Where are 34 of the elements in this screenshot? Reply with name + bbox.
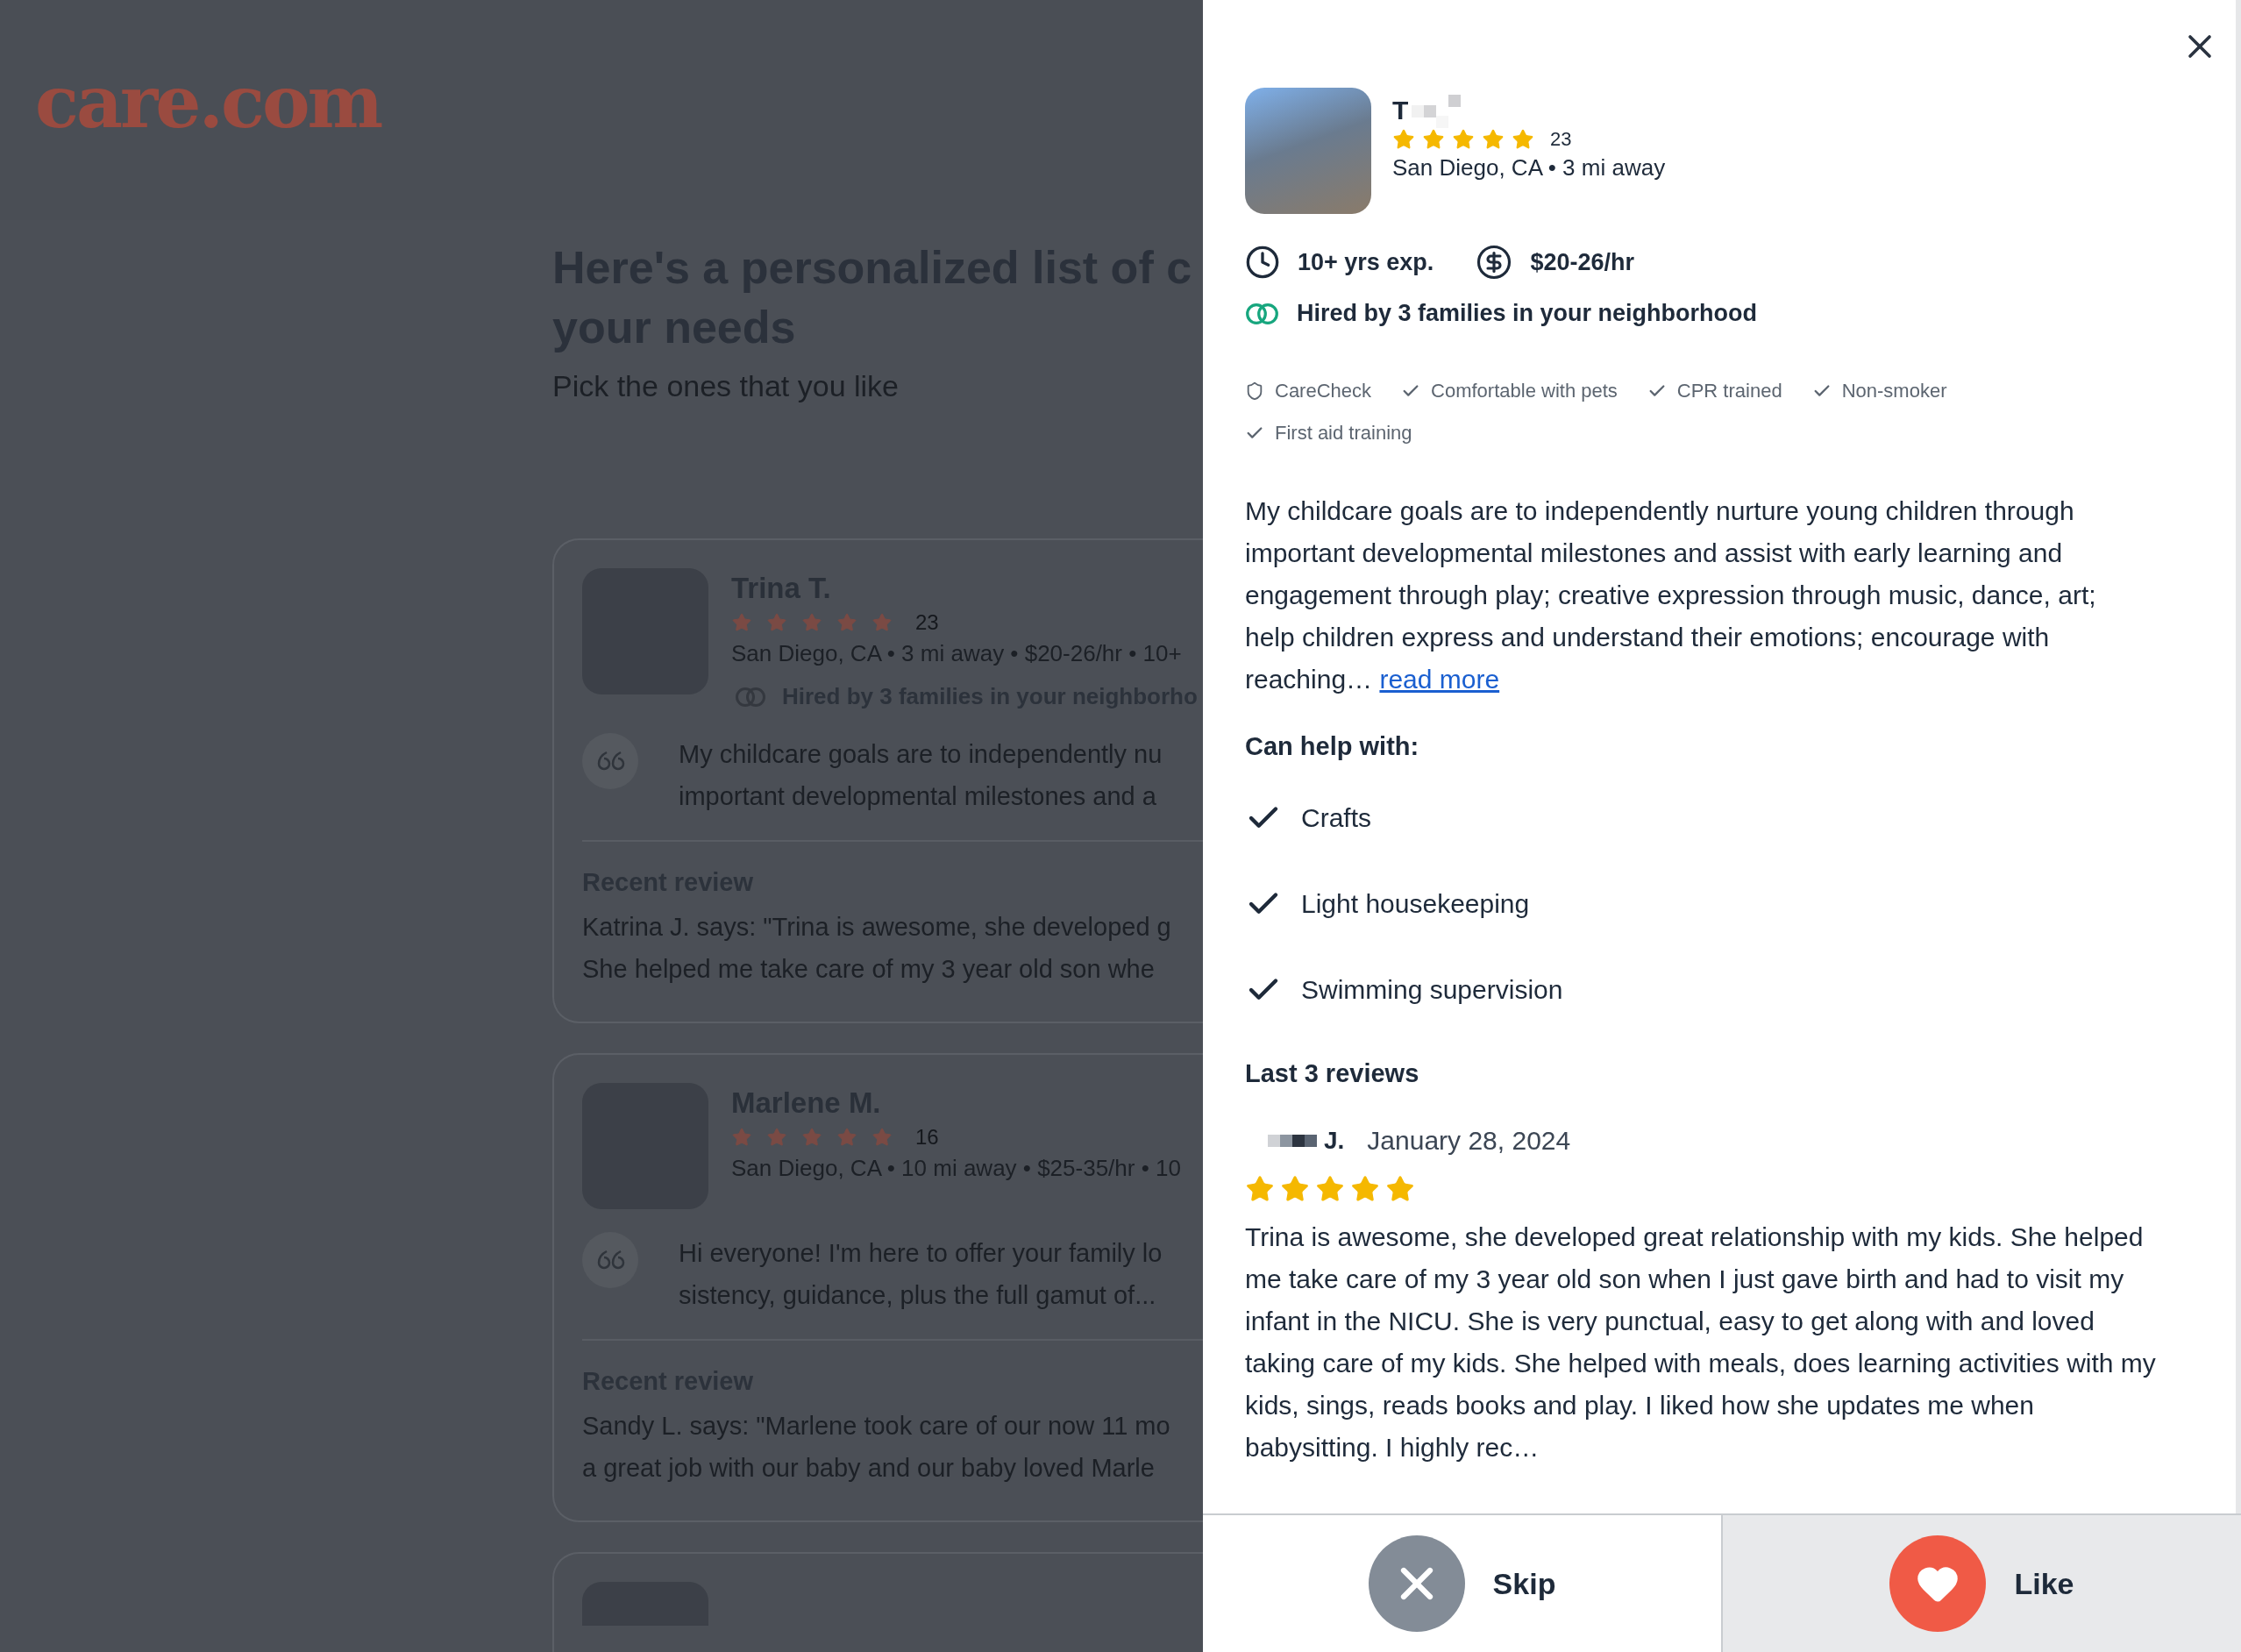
review-date: January 28, 2024 (1367, 1126, 1571, 1156)
skill-label: Crafts (1301, 803, 1371, 833)
star-rating: 16 (731, 1125, 1181, 1150)
skill-label: Light housekeeping (1301, 889, 1530, 919)
section-title: Last 3 reviews (1245, 1059, 1420, 1088)
hired-text: Hired by 3 families in your neighborhood (1297, 300, 1758, 327)
review-text: Trina is awesome, she developed great relationship with my kids. She helped me take care of my 3 year old son when I just gave birth and had to visit my infant in the NICU. She is very punctual, easy to get along with and loved taking care of my kids. She helped with meals, does learning activities with my kids, sings, reads books and play. I liked how she updates me when babysitting. I highly rec… (1245, 1221, 2157, 1463)
caregiver-card[interactable] (552, 1552, 1203, 1652)
bio-paragraph: My childcare goals are to independently nurture young children through important developmental milestones and assist with early learning and engagement through play; creative expression through music, dance, art; help children express and understand their emotions; encourage with reaching… read more (1245, 495, 2097, 695)
clock-icon (1245, 245, 1280, 280)
star-rating: 23 (1392, 128, 1666, 151)
rate-text: $20-26/hr (1530, 248, 1634, 276)
location-text: San Diego, CA • 3 mi away (1392, 154, 1666, 182)
star-rating: 23 (731, 610, 1198, 635)
qualification-label: First aid training (1275, 422, 1412, 445)
interlocking-rings-icon (1245, 302, 1279, 325)
caregiver-card[interactable] (552, 538, 1203, 1023)
interlocking-rings-icon (735, 686, 766, 708)
experience-text: 10+ yrs exp. (1298, 248, 1434, 276)
qualification-label: CPR trained (1676, 380, 1782, 402)
caregiver-name: T (1392, 96, 1409, 125)
caregiver-card[interactable] (552, 1053, 1203, 1522)
section-title: Can help with: (1245, 732, 1420, 761)
qualification-label: Non-smoker (1841, 380, 1947, 402)
read-more-link[interactable]: read more (1379, 665, 1500, 694)
dollar-icon (1476, 244, 1513, 281)
skill-label: Swimming supervision (1301, 975, 1563, 1005)
reviewer-name: J. (1324, 1127, 1345, 1155)
shield-icon (1245, 381, 1264, 401)
qualification-label: Comfortable with pets (1431, 380, 1618, 402)
like-button[interactable]: Like (1721, 1515, 2241, 1652)
quote-icon (582, 1232, 638, 1288)
qualification-label: CareCheck (1275, 380, 1372, 402)
quote-icon (582, 733, 638, 789)
